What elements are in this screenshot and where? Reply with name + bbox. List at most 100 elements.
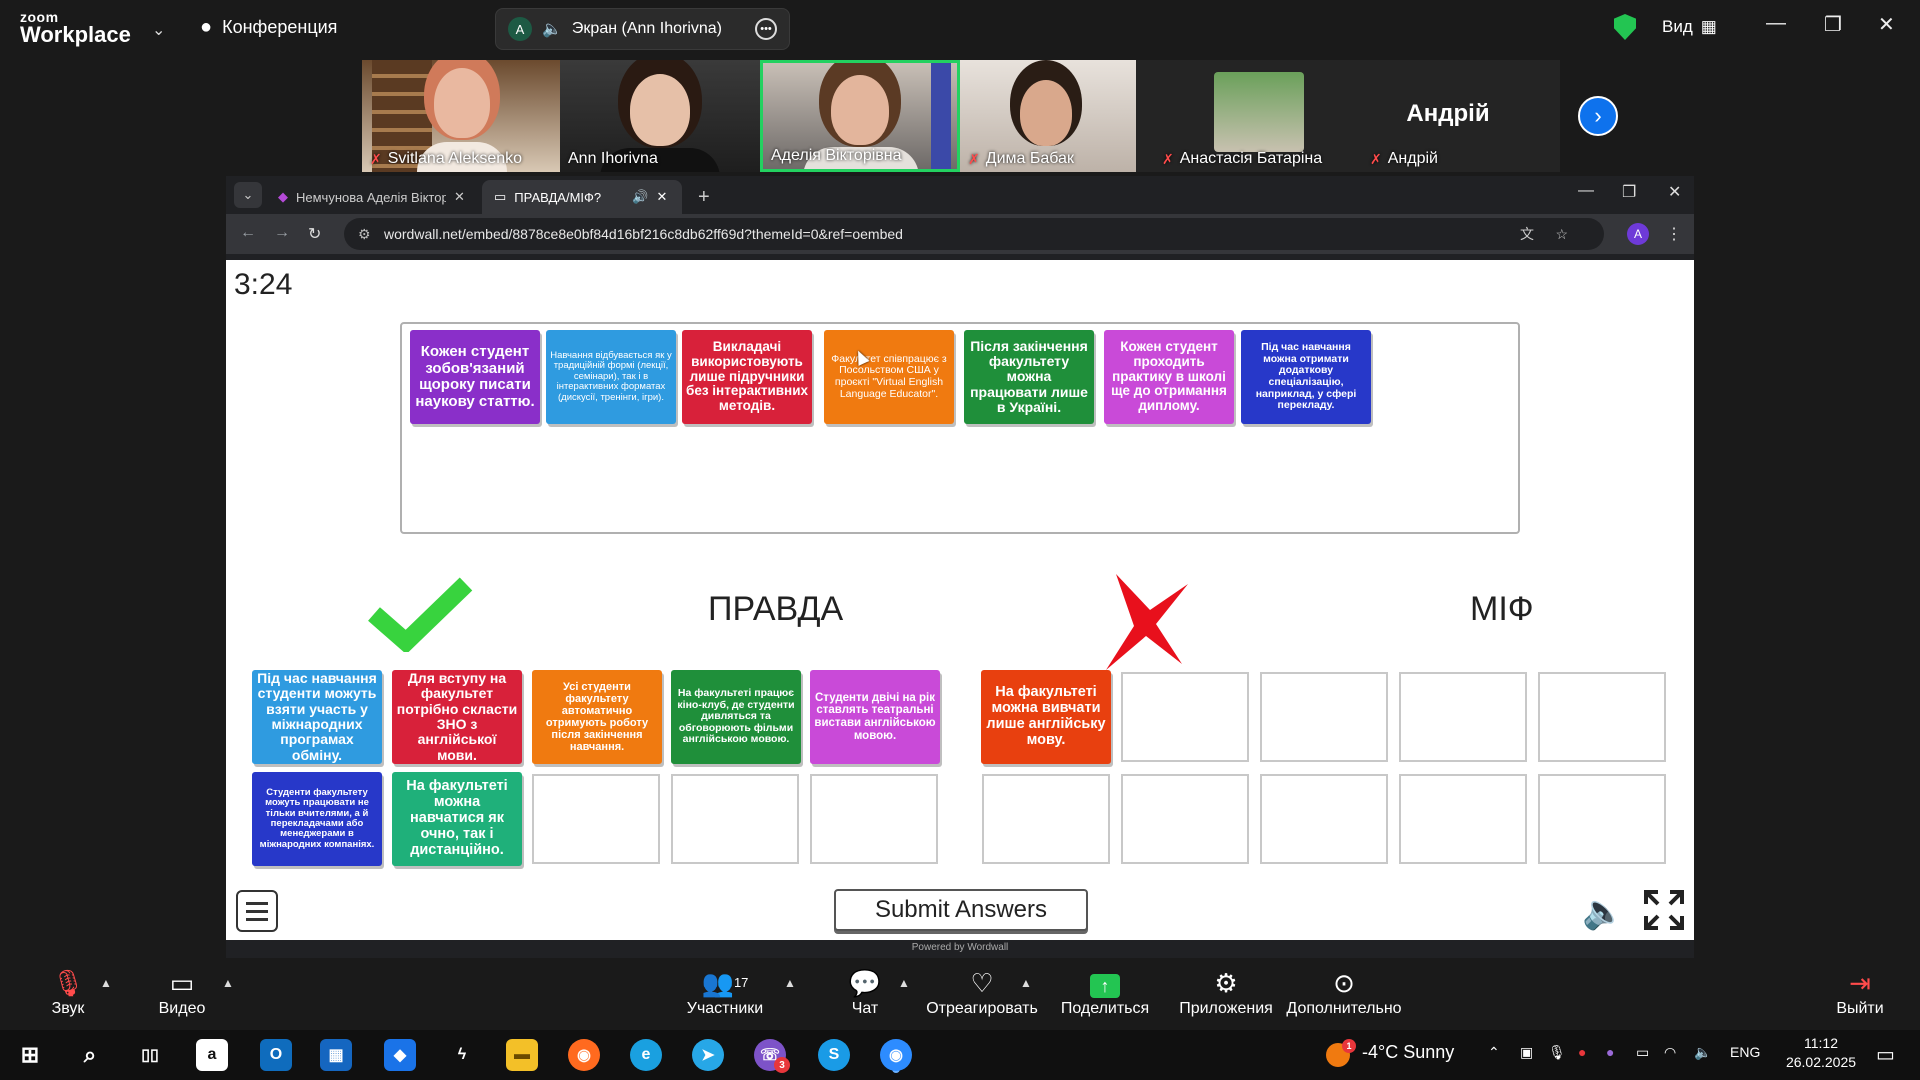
- audio-playing-icon[interactable]: 🔊: [632, 189, 648, 205]
- apps-button[interactable]: ⚙ Приложения: [1174, 966, 1278, 1018]
- empty-slot-false[interactable]: [1260, 672, 1388, 762]
- outlook-icon[interactable]: O: [260, 1039, 292, 1071]
- store-icon[interactable]: ▦: [320, 1039, 352, 1071]
- view-menu[interactable]: Вид ▦: [1662, 17, 1717, 37]
- kebab-menu-icon[interactable]: ⋮: [1666, 224, 1682, 244]
- true-slot-card[interactable]: На факультеті можна навчатися як очно, т…: [392, 772, 522, 866]
- more-button[interactable]: ⊙ Дополнительно: [1282, 966, 1406, 1018]
- site-info-icon[interactable]: ⚙: [358, 226, 371, 243]
- app-lightning-icon[interactable]: ϟ: [446, 1039, 478, 1071]
- tray-meet-icon[interactable]: ▣: [1520, 1044, 1533, 1061]
- video-options-caret-icon[interactable]: ▲: [222, 976, 234, 990]
- url-field[interactable]: ⚙ wordwall.net/embed/8878ce8e0bf84d16bf2…: [344, 218, 1604, 250]
- tray-mic-icon[interactable]: 🎙: [1548, 1044, 1566, 1061]
- keyboard-language[interactable]: ENG: [1730, 1044, 1760, 1060]
- next-page-button[interactable]: ›: [1578, 96, 1618, 136]
- empty-slot-false[interactable]: [1538, 672, 1666, 762]
- participant-tile[interactable]: Андрій ✗ Андрій: [1336, 60, 1560, 172]
- true-slot-card[interactable]: На факультеті працює кіно-клуб, де студе…: [671, 670, 801, 764]
- tray-app-icon[interactable]: ●: [1578, 1044, 1586, 1060]
- maximize-icon[interactable]: ❐: [1622, 182, 1636, 202]
- minimize-icon[interactable]: —: [1578, 182, 1594, 200]
- empty-slot-false[interactable]: [1399, 672, 1527, 762]
- search-icon[interactable]: ⌕: [74, 1039, 106, 1071]
- game-menu-button[interactable]: [236, 890, 278, 932]
- fullscreen-icon[interactable]: [1644, 890, 1684, 930]
- viber-icon[interactable]: ☏ 3: [754, 1039, 790, 1073]
- restore-icon[interactable]: ❐: [1824, 12, 1842, 37]
- tab-nemchunova[interactable]: ◆ Немчунова Аделія Вікторівна ✕: [266, 180, 478, 214]
- audio-button[interactable]: 🎙 Звук: [40, 966, 96, 1018]
- pool-card[interactable]: Кожен студент зобов'язаний щороку писати…: [410, 330, 540, 424]
- empty-slot-false[interactable]: [1121, 672, 1249, 762]
- false-slot-card[interactable]: На факультеті можна вивчати лише англійс…: [981, 670, 1111, 764]
- submit-answers-button[interactable]: Submit Answers: [834, 889, 1088, 931]
- powered-by-wordwall[interactable]: Powered by Wordwall: [226, 940, 1694, 956]
- participant-tile[interactable]: ✗ Анастасія Батаріна: [1136, 60, 1336, 172]
- minimize-icon[interactable]: —: [1766, 12, 1786, 35]
- true-slot-card[interactable]: Усі студенти факультету автоматично отри…: [532, 670, 662, 764]
- amazon-icon[interactable]: a: [196, 1039, 228, 1071]
- share-button[interactable]: ↑ Поделиться: [1060, 966, 1150, 1018]
- pool-card[interactable]: Кожен студент проходить практику в школі…: [1104, 330, 1234, 424]
- participant-tile[interactable]: Ann Ihorivna: [560, 60, 760, 172]
- more-options-icon[interactable]: •••: [755, 18, 777, 40]
- notifications-icon[interactable]: ▭: [1876, 1042, 1895, 1067]
- firefox-icon[interactable]: ◉: [568, 1039, 600, 1071]
- telegram-icon[interactable]: ➤: [692, 1039, 724, 1071]
- true-slot-card[interactable]: Студенти факультету можуть працювати не …: [252, 772, 382, 866]
- reload-icon[interactable]: ↻: [308, 224, 321, 244]
- pool-card[interactable]: Після закінчення факультету можна працюв…: [964, 330, 1094, 424]
- react-caret-icon[interactable]: ▲: [1020, 976, 1032, 990]
- weather-widget[interactable]: -4°C Sunny: [1362, 1042, 1454, 1063]
- video-button[interactable]: ▭ Видео: [154, 966, 210, 1018]
- edge-icon[interactable]: e: [630, 1039, 662, 1071]
- dropbox-icon[interactable]: ◆: [384, 1039, 416, 1071]
- task-view-icon[interactable]: ▯▯: [134, 1039, 166, 1071]
- chevron-down-icon[interactable]: ⌄: [152, 20, 165, 40]
- tray-chevron-icon[interactable]: ⌃: [1488, 1044, 1500, 1061]
- windows-start-icon[interactable]: ⊞: [14, 1039, 46, 1071]
- weather-icon[interactable]: 1: [1326, 1039, 1356, 1067]
- audio-options-caret-icon[interactable]: ▲: [100, 976, 112, 990]
- react-button[interactable]: ♡ Отреагировать: [926, 966, 1038, 1018]
- empty-slot-false[interactable]: [1538, 774, 1666, 864]
- sound-icon[interactable]: 🔈: [1582, 892, 1624, 932]
- forward-arrow-icon[interactable]: →: [274, 224, 290, 242]
- empty-slot-false[interactable]: [982, 774, 1110, 864]
- pool-card[interactable]: Під час навчання можна отримати додатков…: [1241, 330, 1371, 424]
- close-tab-icon[interactable]: ✕: [656, 189, 667, 205]
- file-explorer-icon[interactable]: ▬: [506, 1039, 538, 1071]
- empty-slot-false[interactable]: [1121, 774, 1249, 864]
- participant-tile[interactable]: ✗ Svitlana Aleksenko: [362, 60, 560, 172]
- pool-card[interactable]: Навчання відбувається як у традиційній ф…: [546, 330, 676, 424]
- empty-slot-false[interactable]: [1260, 774, 1388, 864]
- participants-caret-icon[interactable]: ▲: [784, 976, 796, 990]
- back-arrow-icon[interactable]: ←: [240, 224, 256, 242]
- tray-viber-icon[interactable]: ●: [1606, 1044, 1614, 1060]
- empty-slot-true[interactable]: [810, 774, 938, 864]
- pool-card[interactable]: Факультет співпрацює з Посольством США у…: [824, 330, 954, 424]
- chat-caret-icon[interactable]: ▲: [898, 976, 910, 990]
- participants-button[interactable]: 👥17 Участники: [682, 966, 768, 1018]
- volume-icon[interactable]: 🔈: [1694, 1044, 1711, 1061]
- empty-slot-true[interactable]: [532, 774, 660, 864]
- true-slot-card[interactable]: Студенти двічі на рік ставлять театральн…: [810, 670, 940, 764]
- participant-tile[interactable]: ✗ Дима Бабак: [960, 60, 1136, 172]
- clock[interactable]: 11:12 26.02.2025: [1776, 1034, 1866, 1072]
- profile-avatar[interactable]: A: [1627, 223, 1649, 245]
- pool-card[interactable]: Викладачі використовують лише підручники…: [682, 330, 812, 424]
- bookmark-star-icon[interactable]: ☆: [1555, 226, 1568, 243]
- empty-slot-true[interactable]: [671, 774, 799, 864]
- empty-slot-false[interactable]: [1399, 774, 1527, 864]
- wifi-icon[interactable]: ◠: [1664, 1044, 1676, 1061]
- translate-icon[interactable]: 文: [1520, 224, 1534, 244]
- screen-share-indicator[interactable]: A 🔈 Экран (Ann Ihorivna) •••: [495, 8, 790, 50]
- close-tab-icon[interactable]: ✕: [454, 189, 465, 205]
- zoom-taskbar-icon[interactable]: ◉: [880, 1039, 912, 1071]
- skype-icon[interactable]: S: [818, 1039, 850, 1071]
- leave-button[interactable]: ⇥ Выйти: [1832, 966, 1888, 1018]
- chat-button[interactable]: 💬 Чат: [840, 966, 890, 1018]
- participant-tile-active-speaker[interactable]: Аделія Вікторівна: [760, 60, 960, 172]
- tab-pravda-mif[interactable]: ▭ ПРАВДА/МІФ? 🔊 ✕: [482, 180, 682, 214]
